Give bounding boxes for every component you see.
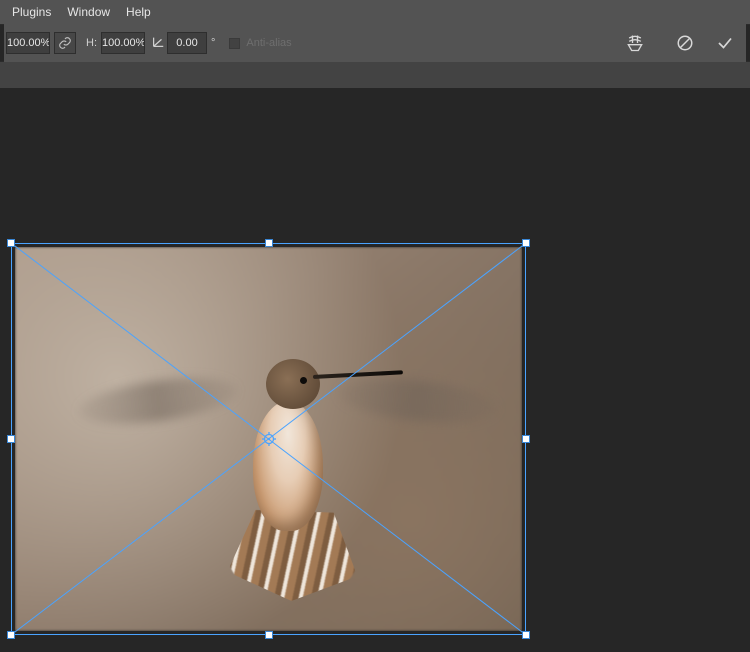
- options-left-group: H: ° Anti-alias: [4, 24, 296, 62]
- height-label: H:: [86, 37, 97, 49]
- transform-width-input[interactable]: [6, 32, 50, 54]
- transform-height-input[interactable]: [101, 32, 145, 54]
- angle-icon: [151, 35, 165, 51]
- menu-window[interactable]: Window: [59, 0, 118, 24]
- transform-handle-bottom-middle[interactable]: [265, 631, 273, 639]
- transform-handle-top-right[interactable]: [522, 239, 530, 247]
- transform-handle-top-middle[interactable]: [265, 239, 273, 247]
- transform-handle-bottom-left[interactable]: [7, 631, 15, 639]
- link-icon[interactable]: [54, 32, 76, 54]
- options-right-group: [296, 24, 746, 62]
- menu-bar: Plugins Window Help: [0, 0, 750, 24]
- canvas-area[interactable]: [0, 88, 750, 652]
- options-bar: H: ° Anti-alias: [0, 24, 750, 62]
- menu-plugins[interactable]: Plugins: [4, 0, 59, 24]
- degree-symbol: °: [211, 37, 215, 49]
- transform-handle-middle-left[interactable]: [7, 435, 15, 443]
- transform-center-point[interactable]: [262, 432, 276, 446]
- menu-help[interactable]: Help: [118, 0, 159, 24]
- transform-handle-bottom-right[interactable]: [522, 631, 530, 639]
- transform-handle-middle-right[interactable]: [522, 435, 530, 443]
- anti-alias-label: Anti-alias: [246, 37, 291, 49]
- commit-icon[interactable]: [714, 32, 736, 54]
- anti-alias-checkbox[interactable]: [229, 38, 240, 49]
- cancel-icon[interactable]: [674, 32, 696, 54]
- transform-handle-top-left[interactable]: [7, 239, 15, 247]
- puppet-warp-icon[interactable]: [624, 32, 646, 54]
- toolbar-divider: [0, 62, 750, 88]
- transform-rotation-input[interactable]: [167, 32, 207, 54]
